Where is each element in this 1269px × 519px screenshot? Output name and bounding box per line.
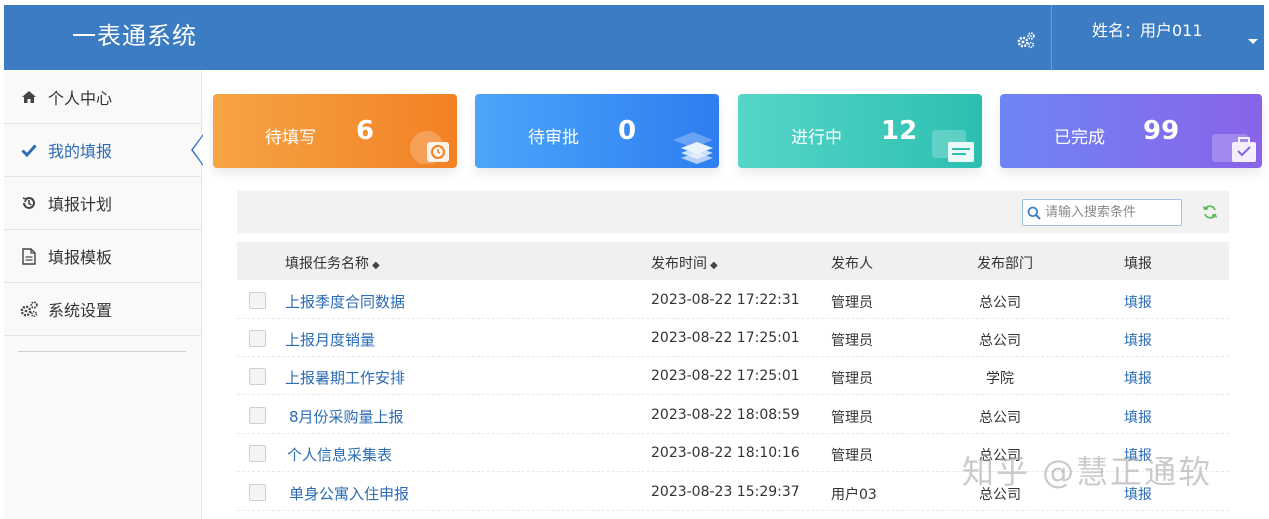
sidebar-item-report-template[interactable]: 填报模板 (4, 230, 202, 283)
stat-count: 12 (881, 116, 918, 146)
department: 总公司 (979, 410, 1021, 426)
row-checkbox[interactable] (249, 292, 266, 309)
table-toolbar (237, 191, 1229, 233)
sidebar-item-my-reports[interactable]: 我的填报 (4, 124, 203, 177)
table-row: 8月份采购量上报 2023-08-22 18:08:59 管理员 总公司 填报 (237, 396, 1229, 434)
table-row: 上报季度合同数据 2023-08-22 17:22:31 管理员 总公司 填报 (237, 281, 1229, 319)
task-name-link[interactable]: 个人信息采集表 (287, 444, 392, 465)
gears-icon[interactable] (1016, 31, 1036, 49)
top-header: 一表通系统 姓名：用户011 (4, 5, 1264, 70)
department: 总公司 (979, 333, 1021, 349)
app-window: 一表通系统 姓名：用户011 个人中心 我的填报 填报计划 填报模板 系统设置 … (0, 0, 1269, 519)
stat-label: 待审批 (528, 128, 579, 148)
user-name[interactable]: 姓名：用户011 (1092, 17, 1203, 41)
publisher: 用户03 (831, 487, 877, 503)
publisher: 管理员 (831, 448, 873, 464)
stat-count: 99 (1143, 116, 1180, 146)
stat-card-in-progress[interactable]: 进行中 12 (738, 94, 982, 168)
publish-time: 2023-08-22 18:08:59 (651, 407, 800, 423)
column-label: 填报任务名称 (285, 256, 369, 272)
document-icon (14, 247, 44, 265)
stat-card-completed[interactable]: 已完成 99 (1000, 94, 1262, 168)
task-name-link[interactable]: 上报月度销量 (285, 329, 375, 350)
row-checkbox[interactable] (249, 484, 266, 501)
publish-time: 2023-08-22 17:25:01 (651, 368, 800, 384)
stat-label: 进行中 (791, 128, 842, 148)
fill-report-link[interactable]: 填报 (1124, 368, 1152, 388)
clock-icon (410, 131, 449, 164)
stat-card-pending-approval[interactable]: 待审批 0 (475, 94, 719, 168)
refresh-icon[interactable] (1202, 204, 1218, 220)
column-header-task-name[interactable]: 填报任务名称 ◆ (285, 253, 380, 273)
home-icon (14, 90, 44, 104)
sidebar-item-label: 个人中心 (48, 89, 113, 108)
sidebar: 个人中心 我的填报 填报计划 填报模板 系统设置 (4, 71, 203, 519)
stat-count: 0 (618, 116, 637, 146)
gears-icon (14, 300, 44, 318)
fill-report-link[interactable]: 填报 (1124, 407, 1152, 427)
column-label: 发布时间 (651, 256, 707, 272)
briefcase-icon (1212, 134, 1256, 162)
row-checkbox[interactable] (249, 330, 266, 347)
sidebar-item-system-settings[interactable]: 系统设置 (4, 283, 202, 336)
column-header-action: 填报 (1124, 256, 1152, 272)
active-indicator-inner (193, 136, 203, 164)
fill-report-link[interactable]: 填报 (1124, 292, 1152, 312)
chevron-down-icon[interactable] (1248, 39, 1258, 44)
stat-label: 待填写 (265, 128, 316, 148)
header-divider (1051, 5, 1052, 70)
department: 总公司 (979, 295, 1021, 311)
sort-icon[interactable]: ◆ (372, 260, 380, 271)
window-icon (932, 130, 974, 162)
column-header-publish-time[interactable]: 发布时间 ◆ (651, 253, 718, 273)
row-checkbox[interactable] (249, 407, 266, 424)
fill-report-link[interactable]: 填报 (1124, 330, 1152, 350)
app-title: 一表通系统 (72, 22, 197, 50)
publish-time: 2023-08-22 18:10:16 (651, 445, 800, 461)
search-icon (1023, 206, 1045, 220)
publish-time: 2023-08-22 17:22:31 (651, 292, 800, 308)
stat-label: 已完成 (1054, 128, 1105, 148)
check-icon (14, 143, 44, 157)
search-box[interactable] (1022, 199, 1182, 226)
publisher: 管理员 (831, 333, 873, 349)
publisher: 管理员 (831, 295, 873, 311)
column-header-department: 发布部门 (977, 256, 1033, 272)
search-input[interactable] (1045, 205, 1175, 220)
sidebar-item-label: 填报模板 (48, 248, 113, 267)
column-header-publisher: 发布人 (831, 256, 873, 272)
table-row: 上报暑期工作安排 2023-08-22 17:25:01 管理员 学院 填报 (237, 357, 1229, 395)
sort-icon[interactable]: ◆ (710, 260, 718, 271)
task-name-link[interactable]: 8月份采购量上报 (289, 406, 404, 427)
row-checkbox[interactable] (249, 368, 266, 385)
watermark: 知乎 @慧正通软 (962, 453, 1213, 491)
sidebar-item-label: 我的填报 (48, 142, 113, 161)
stat-card-pending-fill[interactable]: 待填写 6 (213, 94, 457, 168)
publisher: 管理员 (831, 410, 873, 426)
publish-time: 2023-08-23 15:29:37 (651, 484, 800, 500)
task-name-link[interactable]: 上报暑期工作安排 (285, 367, 405, 388)
sidebar-item-label: 系统设置 (48, 301, 113, 320)
publish-time: 2023-08-22 17:25:01 (651, 330, 800, 346)
publisher: 管理员 (831, 371, 873, 387)
table-header: 填报任务名称 ◆ 发布时间 ◆ 发布人 发布部门 填报 (237, 242, 1229, 280)
task-name-link[interactable]: 单身公寓入住申报 (289, 483, 409, 504)
stat-count: 6 (356, 116, 375, 146)
history-icon (14, 195, 44, 211)
sidebar-item-report-plan[interactable]: 填报计划 (4, 177, 202, 230)
department: 学院 (986, 371, 1014, 387)
sidebar-item-label: 填报计划 (48, 195, 113, 214)
sidebar-divider (18, 351, 186, 352)
row-checkbox[interactable] (249, 445, 266, 462)
table-row: 上报月度销量 2023-08-22 17:25:01 管理员 总公司 填报 (237, 319, 1229, 357)
layers-icon (673, 132, 713, 164)
task-name-link[interactable]: 上报季度合同数据 (285, 291, 405, 312)
sidebar-item-personal-center[interactable]: 个人中心 (4, 71, 202, 124)
